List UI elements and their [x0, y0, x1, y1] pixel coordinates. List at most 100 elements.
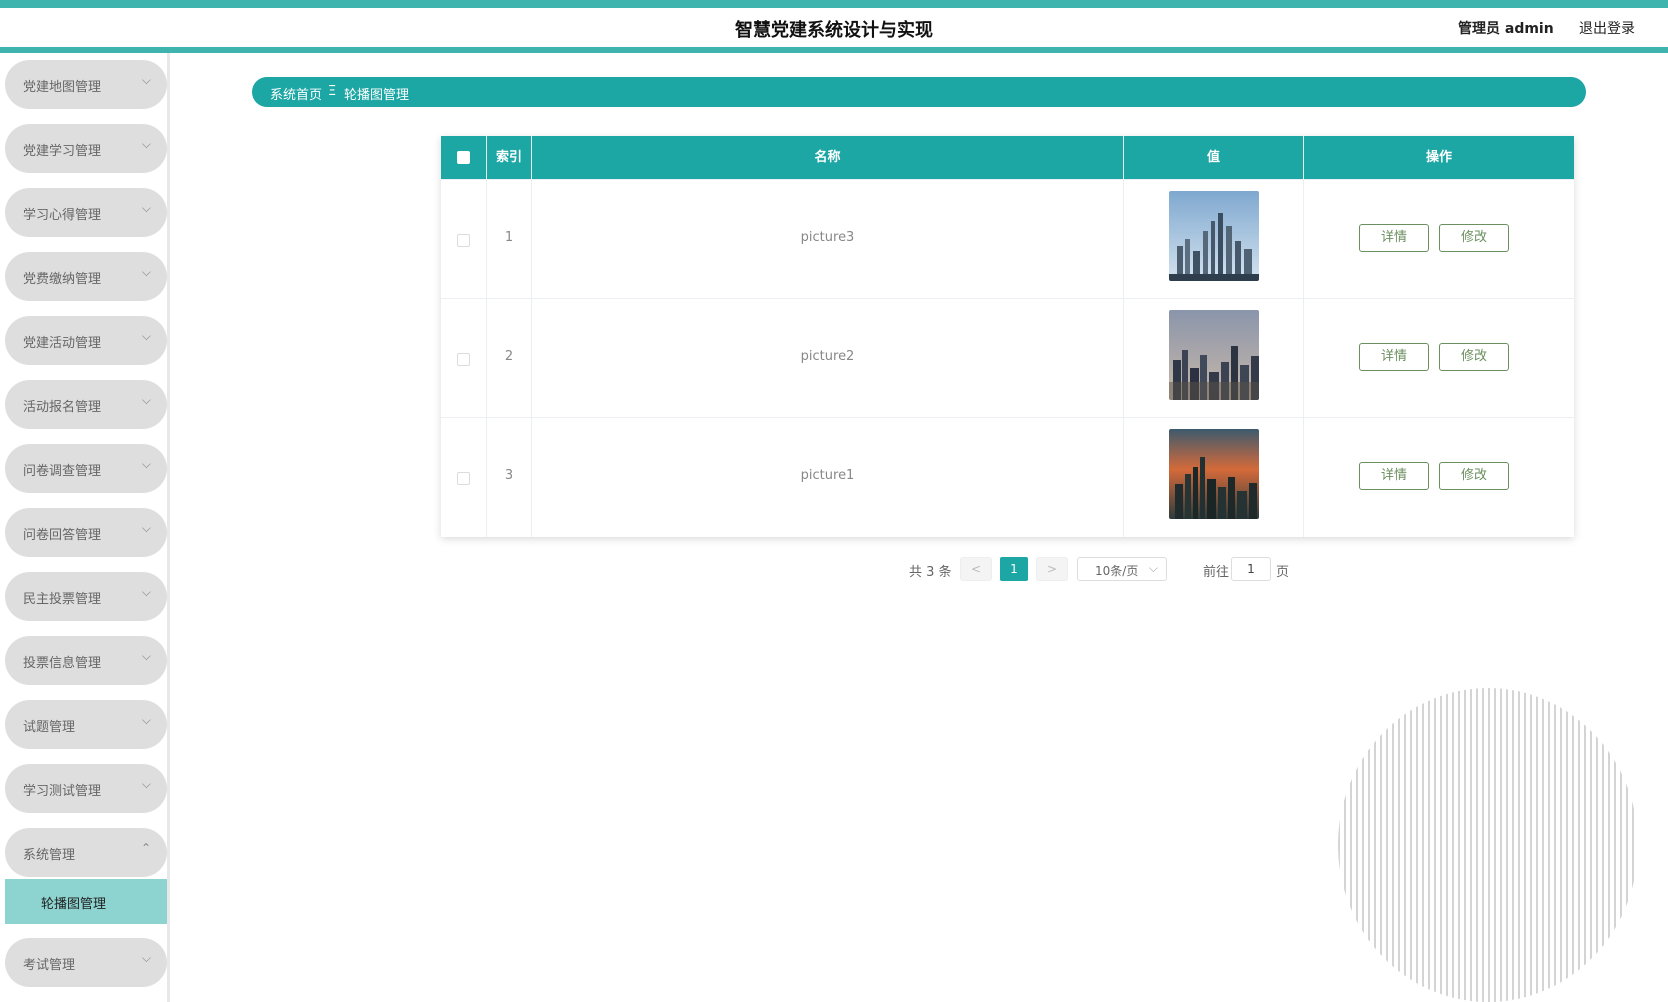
- sidebar-item-vote[interactable]: 民主投票管理 ⌵: [5, 572, 167, 621]
- row-name: picture1: [800, 468, 855, 483]
- goto-label: 前往: [1203, 565, 1230, 580]
- pagination-total: 共 3 条: [909, 565, 952, 580]
- row-name-cell: picture2: [532, 299, 1124, 418]
- sidebar-item-label: 学习心得管理: [23, 208, 102, 223]
- page-number-current[interactable]: 1: [1000, 557, 1028, 581]
- table-row: 1 picture3 详情 修改: [441, 179, 1574, 299]
- chevron-down-icon: ⌵: [141, 137, 151, 151]
- table-header: 索引 名称 值 操作: [441, 136, 1574, 179]
- row-action-cell: 详情 修改: [1304, 299, 1574, 418]
- sidebar-subitem-carousel[interactable]: 轮播图管理: [5, 879, 167, 924]
- sidebar-item-notes[interactable]: 学习心得管理 ⌵: [5, 188, 167, 237]
- header-bottom-stripe: [0, 47, 1668, 53]
- sidebar-item-exam[interactable]: 考试管理 ⌵: [5, 938, 167, 987]
- carousel-thumbnail[interactable]: [1169, 310, 1259, 400]
- row-name-cell: picture1: [532, 418, 1124, 537]
- row-checkbox[interactable]: [457, 353, 470, 366]
- sidebar-item-answers[interactable]: 问卷回答管理 ⌵: [5, 508, 167, 557]
- sidebar: 党建地图管理 ⌵ 党建学习管理 ⌵ 学习心得管理 ⌵ 党费缴纳管理 ⌵ 党建活动…: [0, 53, 170, 1002]
- row-value-cell: [1124, 180, 1304, 299]
- edit-button[interactable]: 修改: [1439, 462, 1509, 490]
- sidebar-item-survey[interactable]: 问卷调查管理 ⌵: [5, 444, 167, 493]
- row-checkbox[interactable]: [457, 472, 470, 485]
- sidebar-item-label: 投票信息管理: [23, 656, 102, 671]
- sidebar-item-fees[interactable]: 党费缴纳管理 ⌵: [5, 252, 167, 301]
- header-name: 名称: [532, 136, 1124, 179]
- detail-button[interactable]: 详情: [1359, 224, 1429, 252]
- row-checkbox[interactable]: [457, 234, 470, 247]
- row-index-cell: 2: [487, 299, 532, 418]
- sidebar-item-label: 考试管理: [23, 958, 76, 973]
- carousel-table: 索引 名称 值 操作 1 picture3 详情 修改 2 picture2 详…: [441, 136, 1574, 537]
- chevron-down-icon: ⌵: [141, 265, 151, 279]
- select-all-checkbox[interactable]: [457, 151, 470, 164]
- page-size-select[interactable]: 10条/页 ⌵: [1077, 557, 1167, 581]
- sidebar-subitem-label: 轮播图管理: [41, 897, 107, 912]
- row-value-cell: [1124, 299, 1304, 418]
- breadcrumb-home[interactable]: 系统首页: [270, 84, 322, 103]
- carousel-thumbnail[interactable]: [1169, 191, 1259, 281]
- sidebar-item-label: 党建活动管理: [23, 336, 102, 351]
- sidebar-item-label: 学习测试管理: [23, 784, 102, 799]
- prev-page-button[interactable]: <: [960, 557, 992, 581]
- row-name-cell: picture3: [532, 180, 1124, 299]
- header-action: 操作: [1425, 150, 1452, 165]
- sidebar-item-label: 党建地图管理: [23, 80, 102, 95]
- row-index: 2: [504, 349, 514, 364]
- sidebar-item-system[interactable]: 系统管理 ⌃: [5, 828, 167, 877]
- sidebar-item-label: 系统管理: [23, 848, 76, 863]
- decorative-stripe-circle: [1338, 688, 1638, 1002]
- header-index: 索引: [487, 136, 532, 179]
- chevron-down-icon: ⌵: [141, 713, 151, 727]
- row-select-cell: [441, 418, 487, 537]
- carousel-thumbnail[interactable]: [1169, 429, 1259, 519]
- sidebar-item-label: 党费缴纳管理: [23, 272, 102, 287]
- table-row: 2 picture2 详情 修改: [441, 298, 1574, 418]
- sidebar-item-activity[interactable]: 党建活动管理 ⌵: [5, 316, 167, 365]
- chevron-down-icon: ⌵: [141, 649, 151, 663]
- logout-link[interactable]: 退出登录: [1579, 18, 1635, 38]
- row-name: picture3: [800, 230, 855, 245]
- chevron-down-icon: ⌵: [141, 951, 151, 965]
- edit-button[interactable]: 修改: [1439, 224, 1509, 252]
- table-row: 3 picture1 详情 修改: [441, 417, 1574, 537]
- row-select-cell: [441, 180, 487, 299]
- sidebar-item-study[interactable]: 党建学习管理 ⌵: [5, 124, 167, 173]
- sidebar-item-map[interactable]: 党建地图管理 ⌵: [5, 60, 167, 109]
- breadcrumb-separator: Ξ: [328, 84, 337, 99]
- sidebar-item-vote-info[interactable]: 投票信息管理 ⌵: [5, 636, 167, 685]
- app-title: 智慧党建系统设计与实现: [735, 20, 933, 41]
- next-page-button[interactable]: >: [1036, 557, 1068, 581]
- row-value-cell: [1124, 418, 1304, 537]
- sidebar-item-label: 试题管理: [23, 720, 76, 735]
- detail-button[interactable]: 详情: [1359, 462, 1429, 490]
- row-index-cell: 3: [487, 418, 532, 537]
- chevron-down-icon: ⌵: [141, 73, 151, 87]
- chevron-down-icon: ⌵: [141, 201, 151, 215]
- page-size-value: 10条/页: [1095, 564, 1139, 578]
- sidebar-item-label: 问卷调查管理: [23, 464, 102, 479]
- row-action-cell: 详情 修改: [1304, 418, 1574, 537]
- goto-page-input[interactable]: 1: [1231, 557, 1271, 581]
- sidebar-item-questions[interactable]: 试题管理 ⌵: [5, 700, 167, 749]
- page-suffix: 页: [1276, 565, 1290, 580]
- detail-button[interactable]: 详情: [1359, 343, 1429, 371]
- chevron-down-icon: ⌵: [141, 585, 151, 599]
- edit-button[interactable]: 修改: [1439, 343, 1509, 371]
- row-index-cell: 1: [487, 180, 532, 299]
- sidebar-item-label: 问卷回答管理: [23, 528, 102, 543]
- sidebar-item-label: 党建学习管理: [23, 144, 102, 159]
- chevron-down-icon: ⌵: [141, 393, 151, 407]
- sidebar-item-signup[interactable]: 活动报名管理 ⌵: [5, 380, 167, 429]
- user-label: 管理员 admin: [1458, 21, 1554, 37]
- header-top-stripe: [0, 0, 1668, 8]
- row-action-cell: 详情 修改: [1304, 180, 1574, 299]
- chevron-up-icon: ⌃: [140, 841, 151, 855]
- breadcrumb: 系统首页 Ξ 轮播图管理: [252, 77, 1586, 107]
- chevron-down-icon: ⌵: [141, 329, 151, 343]
- chevron-down-icon: ⌵: [141, 777, 151, 791]
- chevron-down-icon: ⌵: [141, 457, 151, 471]
- row-select-cell: [441, 299, 487, 418]
- sidebar-item-label: 活动报名管理: [23, 400, 102, 415]
- sidebar-item-test[interactable]: 学习测试管理 ⌵: [5, 764, 167, 813]
